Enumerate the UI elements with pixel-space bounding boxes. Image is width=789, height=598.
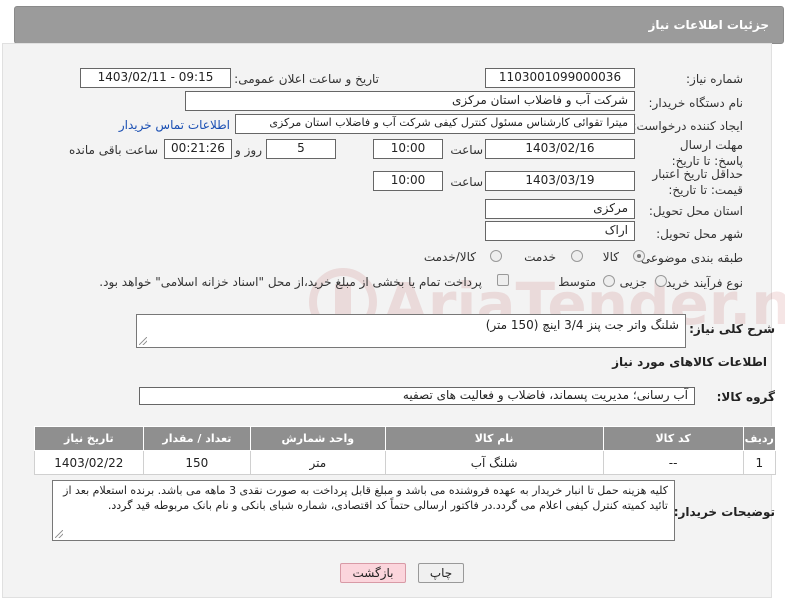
goods-group-field: آب رسانی؛ مدیریت پسماند، فاضلاب و فعالیت… [139, 387, 695, 405]
announce-label: تاریخ و ساعت اعلان عمومی: [234, 72, 379, 86]
treasury-note: پرداخت تمام یا بخشی از مبلغ خرید،از محل … [99, 275, 482, 289]
process-option-minor: جزیی [619, 275, 647, 289]
header-bar: جزئیات اطلاعات نیاز [14, 6, 784, 44]
col-header-unit: واحد شمارش [250, 426, 386, 451]
treasury-checkbox[interactable] [497, 274, 509, 286]
col-header-date: تاریخ نیاز [34, 426, 144, 451]
cell-qty: 150 [142, 450, 252, 475]
category-option-goods-service: کالا/خدمت [423, 250, 476, 264]
table-row: 1 -- شلنگ آب متر 150 1403/02/22 [34, 450, 777, 475]
cell-row-num: 1 [742, 450, 777, 475]
category-option-goods: کالا [602, 250, 619, 264]
resize-grip-icon [55, 530, 63, 538]
category-radio-service[interactable] [571, 250, 583, 262]
deadline-label: مهلت ارسال پاسخ: تا تاریخ: [671, 138, 743, 168]
buyer-org-label: نام دستگاه خریدار: [648, 96, 744, 110]
province-field: مرکزی [485, 199, 635, 219]
page-title: جزئیات اطلاعات نیاز [648, 18, 769, 32]
process-option-medium: متوسط [558, 275, 596, 289]
days-label: روز و [235, 143, 262, 157]
buyer-notes-label: توضیحات خریدار: [673, 505, 775, 519]
buyer-org-field: شرکت آب و فاضلاب استان مرکزی [185, 91, 635, 111]
need-number-field: 1103001099000036 [485, 68, 635, 88]
need-number-label: شماره نیاز: [686, 72, 743, 86]
deadline-date-field: 1403/02/16 [485, 139, 635, 159]
goods-section-title: اطلاعات کالاهای مورد نیاز [612, 355, 767, 369]
contact-buyer-link[interactable]: اطلاعات تماس خریدار [119, 118, 230, 132]
process-radio-medium[interactable] [603, 275, 615, 287]
category-radio-goods[interactable] [633, 250, 645, 262]
col-header-code: کد کالا [602, 426, 744, 451]
buyer-notes-text: کلیه هزینه حمل تا انبار خریدار به عهده ف… [63, 484, 668, 512]
cell-name: شلنگ آب [384, 450, 604, 475]
process-radio-minor[interactable] [655, 275, 667, 287]
validity-time-field: 10:00 [373, 171, 443, 191]
days-field: 5 [266, 139, 336, 159]
province-label: استان محل تحویل: [648, 204, 743, 218]
goods-table: ردیف کد کالا نام کالا واحد شمارش تعداد /… [34, 426, 777, 475]
remaining-label: ساعت باقی مانده [68, 143, 158, 157]
category-option-service: خدمت [524, 250, 556, 264]
col-header-name: نام کالا [384, 426, 604, 451]
col-header-qty: تعداد / مقدار [142, 426, 252, 451]
validity-date-field: 1403/03/19 [485, 171, 635, 191]
validity-label: حداقل تاریخ اعتبار قیمت: تا تاریخ: [652, 167, 743, 197]
print-button[interactable]: چاپ [418, 563, 464, 583]
goods-group-label: گروه کالا: [716, 390, 775, 404]
city-label: شهر محل تحویل: [656, 227, 743, 241]
col-header-row-num: ردیف [742, 426, 777, 451]
description-text: شلنگ واتر جت پنز 3/4 اینچ (150 متر) [485, 318, 679, 332]
description-textarea: شلنگ واتر جت پنز 3/4 اینچ (150 متر) [136, 314, 686, 348]
table-header-row: ردیف کد کالا نام کالا واحد شمارش تعداد /… [34, 426, 777, 451]
category-radio-goods-service[interactable] [490, 250, 502, 262]
deadline-time-field: 10:00 [373, 139, 443, 159]
cell-unit: متر [250, 450, 386, 475]
creator-label: ایجاد کننده درخواست: [632, 119, 743, 133]
announce-field: 1403/02/11 - 09:15 [80, 68, 231, 88]
buyer-notes-textarea: کلیه هزینه حمل تا انبار خریدار به عهده ف… [52, 480, 675, 541]
city-field: اراک [485, 221, 635, 241]
cell-code: -- [602, 450, 744, 475]
back-button[interactable]: بازگشت [340, 563, 406, 583]
category-label: طبقه بندی موضوعی: [636, 251, 743, 265]
creator-field: میترا تقوائی کارشناس مسئول کنترل کیفی شر… [235, 114, 635, 134]
resize-grip-icon [139, 337, 147, 345]
remaining-time-field: 00:21:26 [164, 139, 232, 159]
deadline-time-label: ساعت [450, 143, 483, 157]
validity-time-label: ساعت [450, 175, 483, 189]
cell-date: 1403/02/22 [34, 450, 144, 475]
process-label: نوع فرآیند خرید : [658, 276, 743, 290]
description-label: شرح کلی نیاز: [689, 322, 775, 336]
